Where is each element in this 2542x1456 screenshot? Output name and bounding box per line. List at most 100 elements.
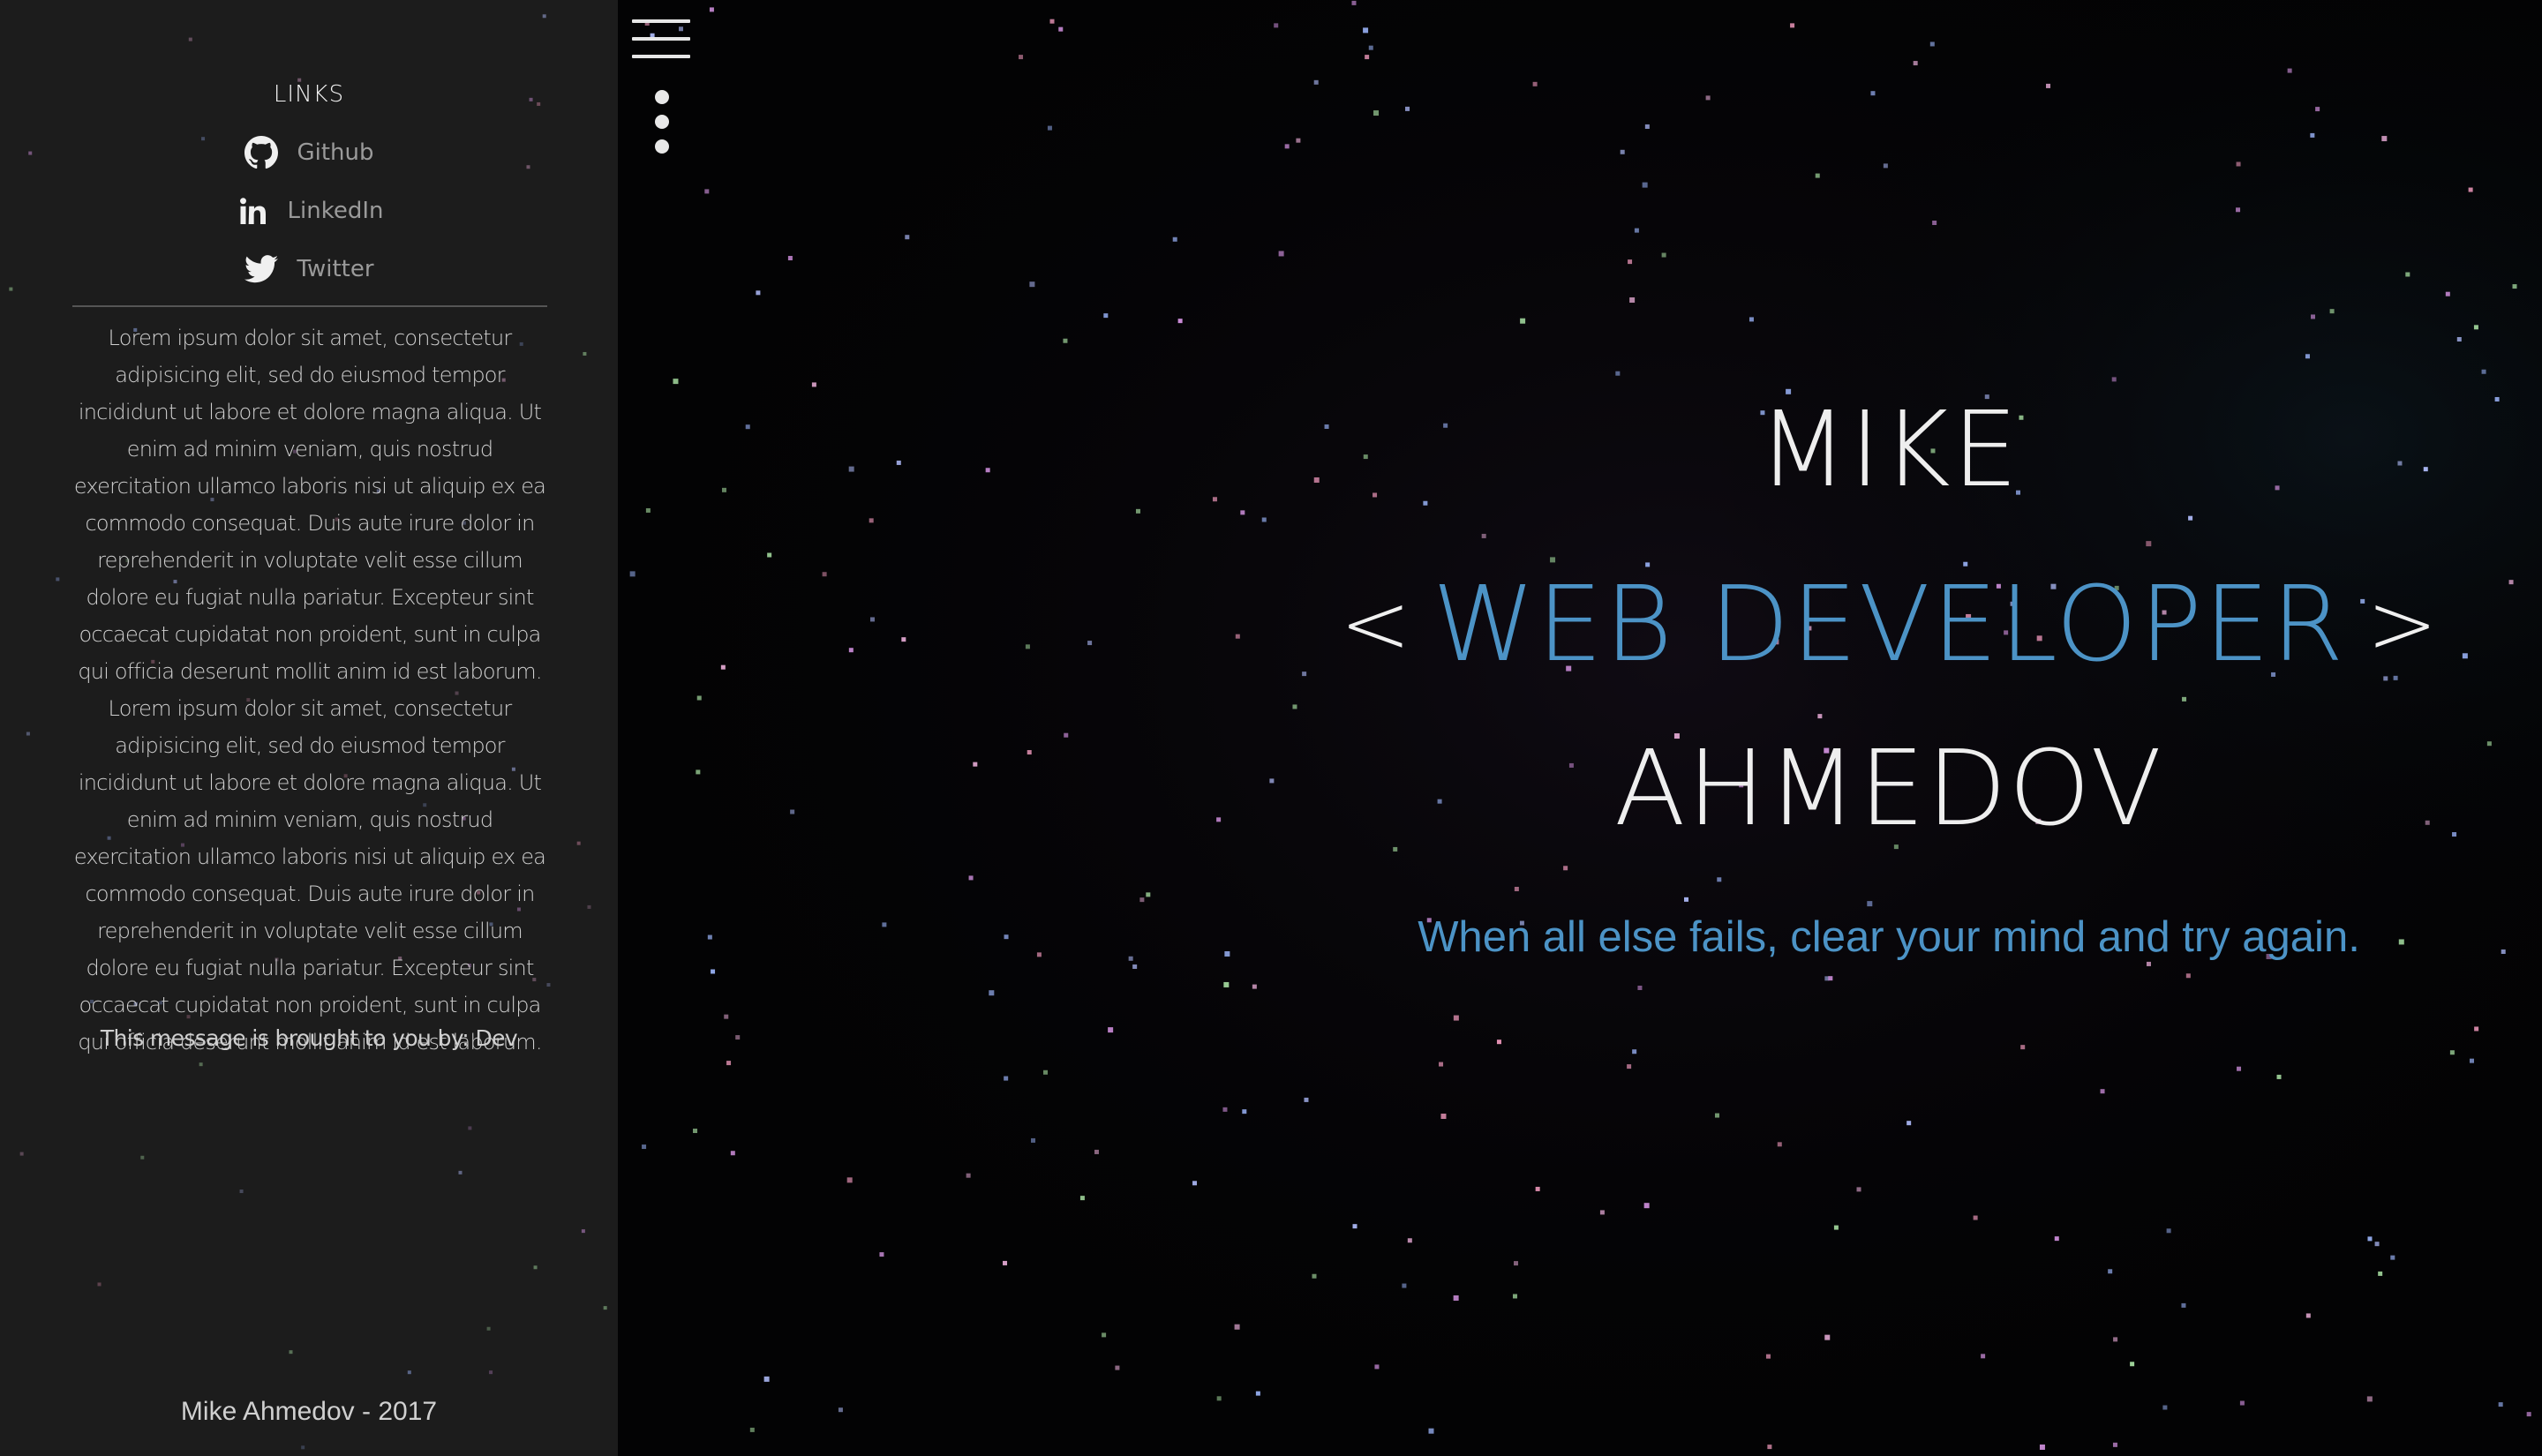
star [542,14,546,19]
star [1027,750,1032,755]
star [696,769,701,775]
star [2287,68,2292,73]
star [1043,1069,1049,1075]
star [1815,173,1820,178]
star [468,1126,472,1130]
star [790,809,795,814]
star [1765,1354,1771,1359]
hero-role-title: WEB DEVELOPER [1432,563,2346,685]
star [1063,338,1068,343]
star [1514,886,1519,891]
star [1405,106,1410,111]
star [1128,956,1133,961]
star [1058,26,1064,32]
star [2378,1271,2383,1276]
star [1402,1283,1407,1288]
star [581,1229,585,1234]
title-close-bracket: > [2366,574,2438,673]
sidebar-about-text: Lorem ipsum dolor sit amet, consectetur … [72,319,547,1061]
star [787,256,793,261]
star [239,1190,244,1194]
star [693,1129,698,1134]
star [2239,1400,2245,1406]
star [2366,1396,2373,1402]
star [1717,877,1722,882]
star [1223,981,1230,987]
star [724,1014,729,1019]
star [1632,1049,1637,1054]
linkedin-link[interactable]: LinkedIn [0,189,618,233]
star [2315,107,2320,112]
hero-tagline: When all else fails, clear your mind and… [1418,913,2360,961]
title-open-bracket: < [1340,574,1411,673]
star [1643,1203,1650,1209]
star [749,1427,755,1432]
star [2166,1228,2171,1234]
hamburger-menu-icon[interactable] [632,18,692,62]
star [2108,1269,2113,1274]
star [1790,23,1795,28]
star [1973,1215,1978,1220]
linkedin-link-label: LinkedIn [287,198,384,224]
star [2236,207,2241,213]
github-link[interactable]: Github [0,131,618,175]
star [1278,251,1284,257]
hero-title: < WEB DEVELOPER > [1147,558,2542,690]
star [1115,1365,1120,1370]
star [1102,1332,1107,1338]
star [1683,897,1688,902]
star [1284,144,1290,149]
star [2039,1444,2045,1450]
star [1520,318,1526,324]
star [1373,110,1380,116]
star [1047,125,1052,131]
star [704,189,710,194]
star [2113,1337,2118,1342]
star [56,577,60,582]
star [696,695,702,701]
star [533,1265,538,1270]
star [822,572,827,577]
star [645,507,651,513]
star [2405,272,2410,277]
star [745,424,750,430]
star [576,841,581,845]
star [19,1152,24,1156]
star [1629,297,1636,304]
star [1255,1391,1260,1396]
star [2390,1255,2395,1260]
star [2185,973,2191,979]
star [2456,337,2462,342]
star [730,1151,735,1156]
star [1634,228,1639,233]
star [2146,541,2152,547]
star [1304,1097,1309,1102]
star [1132,964,1138,969]
star [2367,1236,2373,1242]
star [896,460,901,465]
star [603,1306,607,1310]
star [882,922,887,927]
star [1094,1149,1099,1154]
star [1036,952,1042,957]
star [2526,1412,2531,1417]
star [1079,1196,1085,1201]
star [1642,182,1648,188]
star [763,1376,770,1382]
star [546,983,551,987]
star [1003,1260,1008,1265]
vertical-dots-icon[interactable] [653,88,671,159]
star [767,552,772,558]
star [1627,1064,1632,1069]
star [1777,1142,1782,1147]
star [721,487,726,492]
star [2130,1362,2135,1367]
star [985,468,990,473]
twitter-link[interactable]: Twitter [0,247,618,291]
star [188,37,192,41]
star [140,1155,145,1160]
star [407,1370,411,1375]
star [1906,1121,1912,1126]
star [1234,1324,1240,1330]
star [1453,1295,1459,1301]
